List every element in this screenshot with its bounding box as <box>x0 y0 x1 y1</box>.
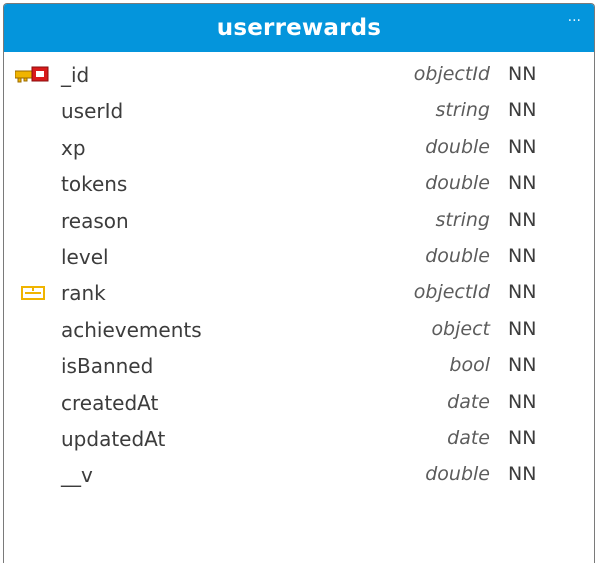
field-type: double <box>425 135 490 158</box>
field-constraint: NN <box>508 172 537 195</box>
field-name: achievements <box>61 317 202 342</box>
field-row[interactable]: createdAt date NN <box>4 387 594 423</box>
field-name: rank <box>61 281 106 306</box>
field-constraint: NN <box>508 208 537 231</box>
field-name: createdAt <box>61 390 159 415</box>
field-constraint: NN <box>508 99 537 122</box>
field-row[interactable]: reason string NN <box>4 205 594 241</box>
primary-key-icon <box>14 66 55 86</box>
field-row[interactable]: __v double NN <box>4 459 594 495</box>
field-name: reason <box>61 208 129 233</box>
field-list: _id objectId NN userId string NN xp doub… <box>4 59 594 496</box>
field-row[interactable]: rank objectId NN <box>4 277 594 313</box>
field-constraint: NN <box>508 463 537 486</box>
field-row[interactable]: _id objectId NN <box>4 59 594 95</box>
field-type: date <box>447 390 490 413</box>
entity-menu-icon[interactable]: ··· <box>568 13 581 29</box>
field-constraint: NN <box>508 426 537 449</box>
field-row[interactable]: achievements object NN <box>4 314 594 350</box>
entity-title: userrewards <box>216 15 382 41</box>
field-name: tokens <box>61 172 128 197</box>
field-type: object <box>431 317 490 340</box>
field-row[interactable]: xp double NN <box>4 132 594 168</box>
field-type: string <box>435 99 490 122</box>
field-type: objectId <box>413 63 490 85</box>
field-row[interactable]: level double NN <box>4 241 594 277</box>
field-row[interactable]: isBanned bool NN <box>4 350 594 386</box>
field-type: double <box>425 244 490 267</box>
field-constraint: NN <box>508 135 537 158</box>
field-constraint: NN <box>508 317 537 340</box>
entity-header[interactable]: userrewards ··· <box>4 4 594 52</box>
field-constraint: NN <box>508 390 537 413</box>
field-name: __v <box>61 463 93 488</box>
field-name: level <box>61 244 109 269</box>
field-name: xp <box>61 135 86 160</box>
field-type: string <box>435 208 490 231</box>
field-type: date <box>447 426 490 449</box>
field-name: updatedAt <box>61 426 166 451</box>
field-type: double <box>425 463 490 486</box>
field-constraint: NN <box>508 63 537 85</box>
field-row[interactable]: updatedAt date NN <box>4 423 594 459</box>
field-name: _id <box>61 63 90 87</box>
field-type: double <box>425 172 490 195</box>
entity-userrewards[interactable]: userrewards ··· _id objectId NN userId s… <box>3 3 595 563</box>
field-row[interactable]: userId string NN <box>4 95 594 131</box>
field-type: bool <box>449 354 490 377</box>
field-constraint: NN <box>508 281 537 304</box>
field-row[interactable]: tokens double NN <box>4 168 594 204</box>
field-name: isBanned <box>61 354 154 379</box>
field-name: userId <box>61 99 124 124</box>
field-type: objectId <box>413 281 490 304</box>
foreign-key-icon <box>15 284 55 304</box>
field-constraint: NN <box>508 244 537 267</box>
field-constraint: NN <box>508 354 537 377</box>
